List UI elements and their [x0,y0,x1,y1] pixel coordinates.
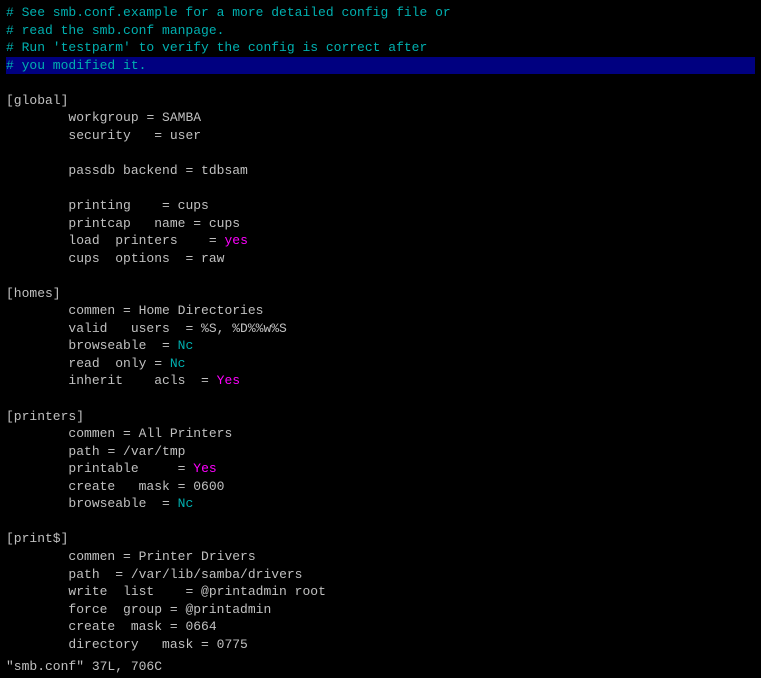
key-printing: printing [68,198,162,213]
line-create-mask-printers: create mask = 0600 [6,478,755,496]
line-blank4 [6,267,755,285]
statusbar: "smb.conf" 37L, 706C [0,656,761,678]
line-printable: printable = Yes [6,460,755,478]
line-passdb: passdb backend = tdbsam [6,162,755,180]
key-printable: printable [68,461,162,476]
val-printers-comment: All Printers [139,426,233,441]
line-blank2 [6,144,755,162]
line-blank6 [6,513,755,531]
val-read-only: Nc [170,356,186,371]
val-browseable-printers: Nc [178,496,194,511]
val-security: user [170,128,201,143]
key-read-only: read only [68,356,154,371]
line-cups-options: cups options = raw [6,250,755,268]
val-printers-path: /var/tmp [123,444,185,459]
val-passdb: tdbsam [201,163,248,178]
val-load-printers: yes [224,233,247,248]
val-printable: Yes [193,461,216,476]
line-security: security = user [6,127,755,145]
terminal-window: # See smb.conf.example for a more detail… [0,0,761,678]
val-homes-comment: Home Directories [139,303,264,318]
line-workgroup: workgroup = SAMBA [6,109,755,127]
val-create-mask-print$: 0664 [185,619,216,634]
line-section-printers: [printers] [6,408,755,426]
line-read-only: read only = Nc [6,355,755,373]
line-printing: printing = cups [6,197,755,215]
val-print$-path: /var/lib/samba/drivers [131,567,303,582]
key-inherit-acls: inherit acls [68,373,193,388]
val-printcap: cups [209,216,240,231]
key-directory-mask: directory mask [68,637,193,652]
line-printers-path: path = /var/tmp [6,443,755,461]
val-browseable-homes: Nc [178,338,194,353]
line-printcap: printcap name = cups [6,215,755,233]
key-write-list: write list [68,584,177,599]
key-print$-comment: commen [68,549,115,564]
key-printcap: printcap name [68,216,185,231]
key-print$-path: path [68,567,107,582]
val-valid-users: %S, %D%%w%S [201,321,287,336]
line-directory-mask: directory mask = 0775 [6,636,755,654]
key-create-mask-printers: create mask [68,479,169,494]
statusbar-text: "smb.conf" 37L, 706C [6,659,162,674]
line-comment4: # you modified it. [6,57,755,75]
key-workgroup: workgroup [68,110,138,125]
val-cups-options: raw [201,251,224,266]
line-print$-path: path = /var/lib/samba/drivers [6,566,755,584]
val-write-list: @printadmin root [201,584,326,599]
line-write-list: write list = @printadmin root [6,583,755,601]
val-workgroup: SAMBA [162,110,201,125]
val-directory-mask: 0775 [217,637,248,652]
val-printing: cups [178,198,209,213]
key-valid-users: valid users [68,321,177,336]
line-print$-comment: commen = Printer Drivers [6,548,755,566]
key-security: security [68,128,146,143]
line-inherit-acls: inherit acls = Yes [6,372,755,390]
line-section-global: [global] [6,92,755,110]
key-printers-path: path [68,444,99,459]
line-section-homes: [homes] [6,285,755,303]
line-section-print$: [print$] [6,530,755,548]
line-load-printers: load printers = yes [6,232,755,250]
line-blank1 [6,74,755,92]
key-create-mask-print$: create mask [68,619,162,634]
key-printers-comment: commen [68,426,115,441]
key-browseable-homes: browseable [68,338,154,353]
line-browseable-homes: browseable = Nc [6,337,755,355]
line-valid-users: valid users = %S, %D%%w%S [6,320,755,338]
key-load-printers: load printers [68,233,193,248]
val-create-mask-printers: 0600 [193,479,224,494]
line-comment1: # See smb.conf.example for a more detail… [6,4,755,22]
line-comment3: # Run 'testparm' to verify the config is… [6,39,755,57]
key-homes-comment: commen [68,303,115,318]
key-cups-options: cups options [68,251,177,266]
val-print$-comment: Printer Drivers [139,549,256,564]
key-browseable-printers: browseable [68,496,154,511]
val-inherit-acls: Yes [217,373,240,388]
line-printers-comment: commen = All Printers [6,425,755,443]
line-homes-comment: commen = Home Directories [6,302,755,320]
key-passdb: passdb backend [68,163,177,178]
val-force-group: @printadmin [185,602,271,617]
line-blank3 [6,179,755,197]
line-comment2: # read the smb.conf manpage. [6,22,755,40]
line-blank5 [6,390,755,408]
line-force-group: force group = @printadmin [6,601,755,619]
line-browseable-printers: browseable = Nc [6,495,755,513]
key-force-group: force group [68,602,162,617]
line-create-mask-print$: create mask = 0664 [6,618,755,636]
